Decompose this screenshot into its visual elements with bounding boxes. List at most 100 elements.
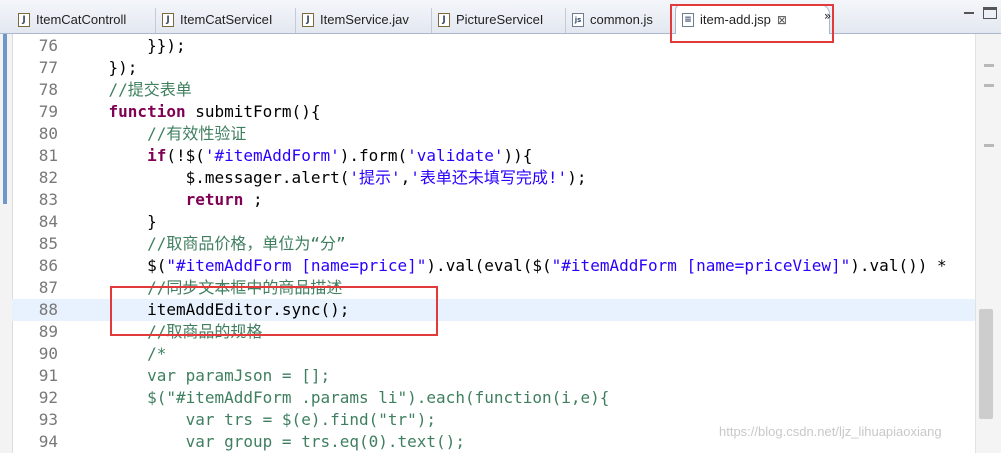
line-number: 84 bbox=[38, 212, 58, 231]
overview-mark bbox=[984, 144, 994, 147]
overview-mark bbox=[984, 84, 994, 87]
code-comment: var paramJson = []; bbox=[147, 366, 331, 385]
code-token: ); bbox=[567, 168, 587, 187]
watermark: https://blog.csdn.net/ljz_lihuapiaoxiang bbox=[719, 424, 942, 439]
line-number: 79 bbox=[38, 102, 58, 121]
tab-item-add-jsp[interactable]: ≡ item-add.jsp ⊠ bbox=[675, 4, 830, 34]
code-string: "#itemAddForm [name=priceView]" bbox=[551, 256, 851, 275]
tab-label: common.js bbox=[590, 12, 653, 27]
code-comment: //取商品的规格 bbox=[147, 322, 263, 341]
code-text: $.messager.alert('提示','表单还未填写完成!'); bbox=[70, 167, 587, 189]
line-number: 87 bbox=[38, 278, 58, 297]
tab-itemcatcontroll[interactable]: J ItemCatControll bbox=[12, 8, 156, 33]
tab-label: PictureServiceI bbox=[456, 12, 544, 27]
minimize-button[interactable] bbox=[962, 7, 976, 19]
code-comment: //有效性验证 bbox=[147, 124, 247, 143]
code-line[interactable]: 89 //取商品的规格 bbox=[12, 321, 975, 343]
code-text: //取商品的规格 bbox=[70, 321, 262, 343]
maximize-button[interactable] bbox=[983, 7, 997, 19]
code-keyword: function bbox=[108, 102, 186, 121]
line-number: 93 bbox=[38, 410, 58, 429]
java-file-icon: J bbox=[302, 12, 314, 27]
line-number: 88 bbox=[38, 300, 58, 319]
code-text: var trs = $(e).find("tr"); bbox=[70, 409, 436, 431]
code-token: $( bbox=[70, 256, 167, 275]
line-number: 90 bbox=[38, 344, 58, 363]
code-line[interactable]: 87 //同步文本框中的商品描述 bbox=[12, 277, 975, 299]
tab-label: ItemCatServiceI bbox=[180, 12, 273, 27]
code-token: ; bbox=[243, 190, 263, 209]
code-text: } bbox=[70, 211, 157, 233]
code-comment: //同步文本框中的商品描述 bbox=[147, 278, 343, 297]
code-token: }}); bbox=[70, 36, 186, 55]
code-line[interactable]: 78 //提交表单 bbox=[12, 79, 975, 101]
code-line[interactable]: 77 }); bbox=[12, 57, 975, 79]
code-string: '表单还未填写完成!' bbox=[410, 168, 568, 187]
code-string: '提示' bbox=[349, 168, 401, 187]
line-number: 89 bbox=[38, 322, 58, 341]
code-line[interactable]: 90 /* bbox=[12, 343, 975, 365]
code-line[interactable]: 79 function submitForm(){ bbox=[12, 101, 975, 123]
code-text: var group = trs.eq(0).text(); bbox=[70, 431, 465, 453]
code-text: /* bbox=[70, 343, 166, 365]
scrollbar-thumb[interactable] bbox=[979, 309, 993, 419]
code-line[interactable]: 82 $.messager.alert('提示','表单还未填写完成!'); bbox=[12, 167, 975, 189]
tab-common-js[interactable]: js common.js bbox=[566, 8, 672, 33]
tab-itemservice[interactable]: J ItemService.jav bbox=[296, 8, 432, 33]
tab-label: ItemService.jav bbox=[320, 12, 409, 27]
close-icon[interactable]: ⊠ bbox=[777, 13, 787, 27]
code-line[interactable]: 92 $("#itemAddForm .params li").each(fun… bbox=[12, 387, 975, 409]
code-line[interactable]: 81 if(!$('#itemAddForm').form('validate'… bbox=[12, 145, 975, 167]
code-text: }); bbox=[70, 57, 138, 79]
vertical-scrollbar[interactable] bbox=[975, 34, 1001, 453]
line-number: 80 bbox=[38, 124, 58, 143]
line-number: 76 bbox=[38, 36, 58, 55]
tab-overflow-icon[interactable]: » bbox=[824, 9, 831, 23]
code-text: $("#itemAddForm .params li").each(functi… bbox=[70, 387, 609, 409]
code-token: ).val(eval($( bbox=[426, 256, 552, 275]
code-line[interactable]: 83 return ; bbox=[12, 189, 975, 211]
code-string: '#itemAddForm' bbox=[204, 146, 340, 165]
code-text: $("#itemAddForm [name=price]").val(eval(… bbox=[70, 255, 947, 277]
code-token: itemAddEditor.sync(); bbox=[70, 300, 350, 319]
code-token: ).val()) * bbox=[850, 256, 947, 275]
tab-pictureservicei[interactable]: J PictureServiceI bbox=[432, 8, 566, 33]
tab-itemcatservicei[interactable]: J ItemCatServiceI bbox=[156, 8, 296, 33]
java-file-icon: J bbox=[162, 12, 174, 27]
code-line[interactable]: 88 itemAddEditor.sync(); bbox=[12, 299, 975, 321]
code-comment: /* bbox=[147, 344, 167, 363]
code-token: } bbox=[70, 212, 157, 231]
java-file-icon: J bbox=[18, 12, 30, 27]
code-text: return ; bbox=[70, 189, 263, 211]
code-line[interactable]: 91 var paramJson = []; bbox=[12, 365, 975, 387]
code-token: )){ bbox=[503, 146, 533, 165]
js-file-icon: js bbox=[572, 12, 584, 27]
line-number: 86 bbox=[38, 256, 58, 275]
line-number: 92 bbox=[38, 388, 58, 407]
code-string: "#itemAddForm [name=price]" bbox=[166, 256, 427, 275]
code-keyword: if bbox=[147, 146, 167, 165]
line-number: 82 bbox=[38, 168, 58, 187]
code-token: , bbox=[400, 168, 411, 187]
code-text: var paramJson = []; bbox=[70, 365, 330, 387]
code-line[interactable]: 85 //取商品价格，单位为“分” bbox=[12, 233, 975, 255]
code-line[interactable]: 80 //有效性验证 bbox=[12, 123, 975, 145]
jsp-file-icon: ≡ bbox=[682, 12, 694, 27]
code-line[interactable]: 84 } bbox=[12, 211, 975, 233]
code-line[interactable]: 76 }}); bbox=[12, 35, 975, 57]
code-text: //同步文本框中的商品描述 bbox=[70, 277, 342, 299]
code-text: if(!$('#itemAddForm').form('validate')){ bbox=[70, 145, 532, 167]
java-file-icon: J bbox=[438, 12, 450, 27]
code-line[interactable]: 86 $("#itemAddForm [name=price]").val(ev… bbox=[12, 255, 975, 277]
